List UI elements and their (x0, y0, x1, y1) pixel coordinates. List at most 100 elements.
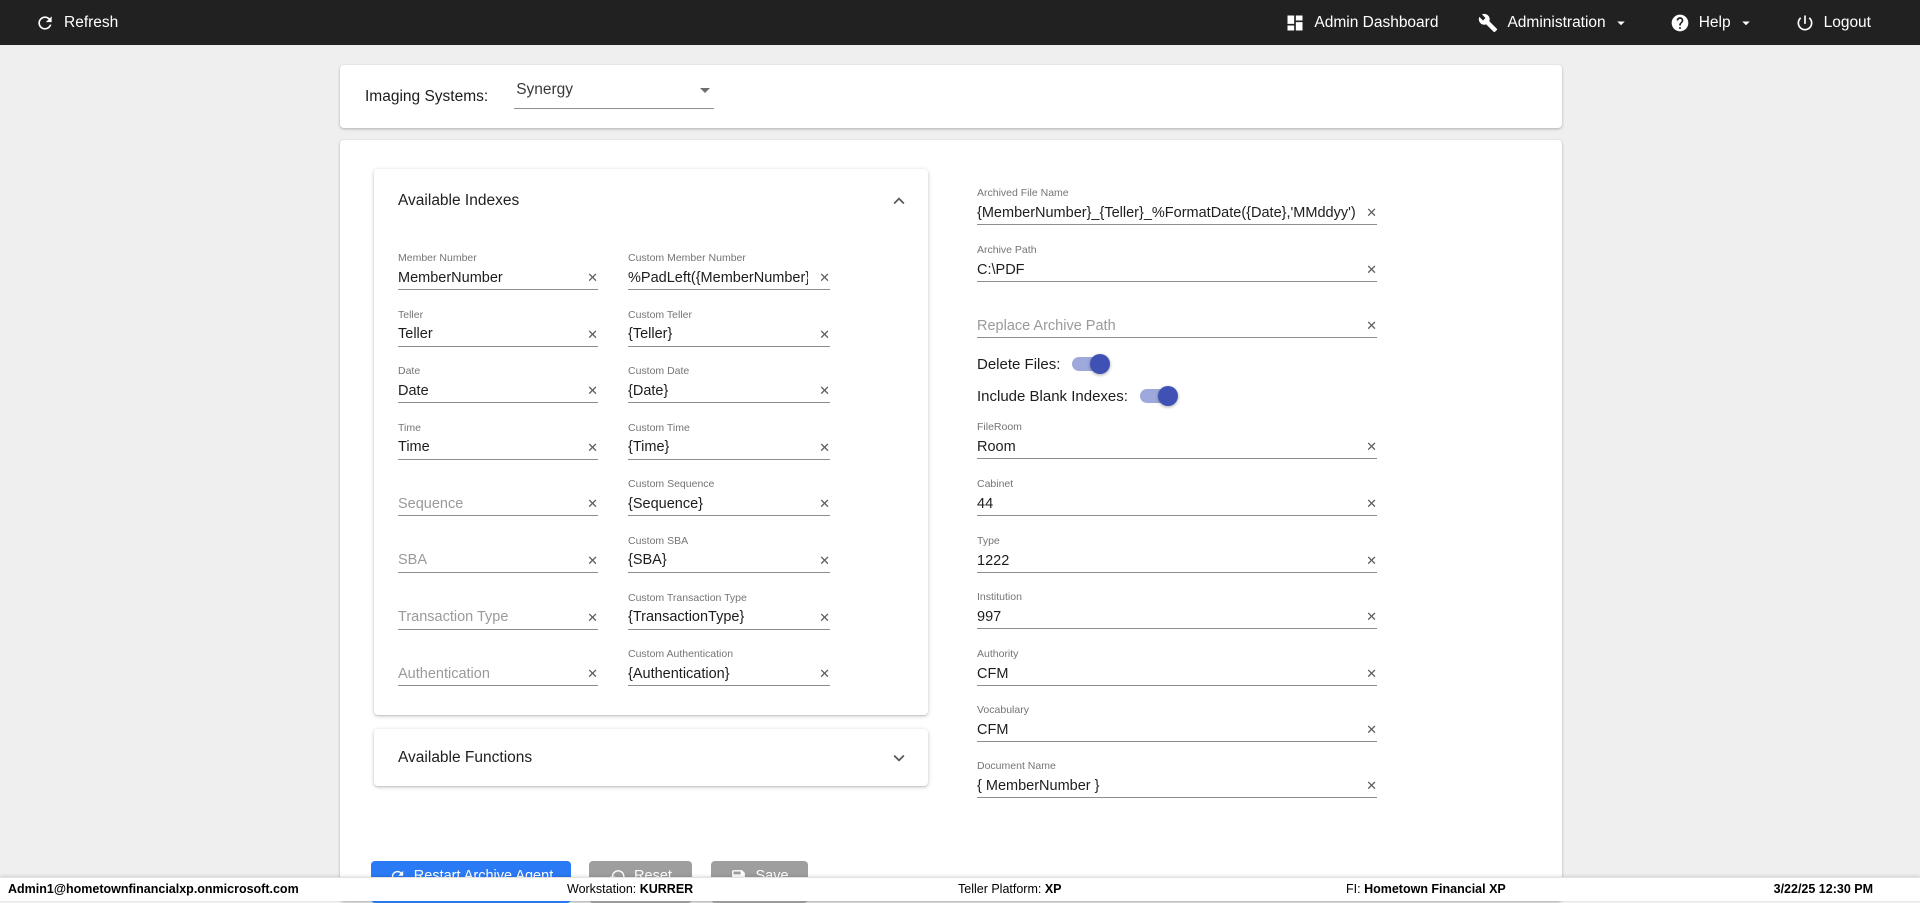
field-value[interactable]: {Time} (628, 439, 669, 455)
field-value[interactable]: 997 (977, 609, 1001, 625)
clear-icon[interactable]: ✕ (1362, 779, 1377, 792)
field-placeholder[interactable]: Sequence (398, 496, 463, 512)
refresh-button[interactable]: Refresh (35, 13, 118, 33)
field-value[interactable]: Room (977, 439, 1016, 455)
clear-icon[interactable]: ✕ (1362, 263, 1377, 276)
clear-icon[interactable]: ✕ (815, 328, 830, 341)
field-label: Archive Path (977, 244, 1377, 257)
field-custom-sba[interactable]: Custom SBA {SBA} ✕ (628, 535, 830, 592)
field-document-name[interactable]: Document Name { MemberNumber } ✕ (977, 760, 1377, 798)
clear-icon[interactable]: ✕ (815, 611, 830, 624)
field-date[interactable]: Date Date ✕ (398, 365, 598, 422)
field-value[interactable]: {Teller} (628, 326, 672, 342)
field-placeholder[interactable]: Authentication (398, 666, 490, 682)
field-sba[interactable]: SBA ✕ (398, 535, 598, 592)
field-label: Custom Transaction Type (628, 592, 830, 605)
delete-files-toggle[interactable] (1072, 354, 1108, 374)
clear-icon[interactable]: ✕ (583, 667, 598, 680)
clear-icon[interactable]: ✕ (583, 611, 598, 624)
field-placeholder[interactable]: SBA (398, 552, 427, 568)
clear-icon[interactable]: ✕ (815, 667, 830, 680)
field-value[interactable]: {Authentication} (628, 666, 730, 682)
field-custom-transaction-type[interactable]: Custom Transaction Type {TransactionType… (628, 592, 830, 649)
clear-icon[interactable]: ✕ (815, 554, 830, 567)
field-value[interactable]: CFM (977, 666, 1008, 682)
clear-icon[interactable]: ✕ (583, 441, 598, 454)
available-indexes-panel: Available Indexes Member Number MemberNu… (374, 169, 928, 715)
field-custom-date[interactable]: Custom Date {Date} ✕ (628, 365, 830, 422)
field-value[interactable]: {Sequence} (628, 496, 703, 512)
field-vocabulary[interactable]: Vocabulary CFM ✕ (977, 704, 1377, 742)
clear-icon[interactable]: ✕ (815, 271, 830, 284)
field-authority[interactable]: Authority CFM ✕ (977, 648, 1377, 686)
topbar: Refresh Admin Dashboard Administration H… (0, 0, 1920, 45)
clear-icon[interactable]: ✕ (1362, 610, 1377, 623)
clear-icon[interactable]: ✕ (1362, 723, 1377, 736)
administration-menu[interactable]: Administration (1478, 13, 1629, 33)
clear-icon[interactable]: ✕ (1362, 497, 1377, 510)
field-value[interactable]: Date (398, 383, 429, 399)
field-value[interactable]: { MemberNumber } (977, 778, 1100, 794)
field-custom-member-number[interactable]: Custom Member Number %PadLeft({MemberNum… (628, 252, 830, 309)
field-custom-authentication[interactable]: Custom Authentication {Authentication} ✕ (628, 648, 830, 705)
field-value[interactable]: {SBA} (628, 552, 667, 568)
field-value[interactable]: C:\PDF (977, 262, 1025, 278)
field-label: Authority (977, 648, 1377, 661)
statusbar: Admin1@hometownfinancialxp.onmicrosoft.c… (0, 877, 1920, 901)
field-fileroom[interactable]: FileRoom Room ✕ (977, 421, 1377, 459)
admin-dashboard-label: Admin Dashboard (1314, 14, 1438, 32)
field-value[interactable]: CFM (977, 722, 1008, 738)
clear-icon[interactable]: ✕ (1362, 554, 1377, 567)
field-value[interactable]: MemberNumber (398, 270, 503, 286)
clear-icon[interactable]: ✕ (583, 384, 598, 397)
field-time[interactable]: Time Time ✕ (398, 422, 598, 479)
chevron-up-icon (888, 190, 910, 212)
field-value[interactable]: Time (398, 439, 430, 455)
field-type[interactable]: Type 1222 ✕ (977, 535, 1377, 573)
field-institution[interactable]: Institution 997 ✕ (977, 591, 1377, 629)
field-value[interactable]: {MemberNumber}_{Teller}_%FormatDate({Dat… (977, 205, 1355, 221)
field-transaction-type[interactable]: Transaction Type ✕ (398, 592, 598, 649)
clear-icon[interactable]: ✕ (583, 497, 598, 510)
field-value[interactable]: %PadLeft({MemberNumber}, (628, 270, 808, 286)
clear-icon[interactable]: ✕ (1362, 667, 1377, 680)
field-custom-time[interactable]: Custom Time {Time} ✕ (628, 422, 830, 479)
clear-icon[interactable]: ✕ (1362, 440, 1377, 453)
field-member-number[interactable]: Member Number MemberNumber ✕ (398, 252, 598, 309)
help-menu[interactable]: Help (1670, 13, 1755, 33)
field-placeholder[interactable]: Replace Archive Path (977, 318, 1116, 334)
logout-button[interactable]: Logout (1795, 13, 1871, 33)
field-archive-path[interactable]: Archive Path C:\PDF ✕ (977, 244, 1377, 282)
admin-dashboard-button[interactable]: Admin Dashboard (1285, 13, 1438, 33)
field-cabinet[interactable]: Cabinet 44 ✕ (977, 478, 1377, 516)
clear-icon[interactable]: ✕ (583, 554, 598, 567)
field-label: Custom SBA (628, 535, 830, 548)
include-blank-indexes-toggle[interactable] (1140, 386, 1176, 406)
field-archived-file-name[interactable]: Archived File Name {MemberNumber}_{Telle… (977, 187, 1377, 225)
field-teller[interactable]: Teller Teller ✕ (398, 309, 598, 366)
field-value[interactable]: 1222 (977, 553, 1009, 569)
field-label: Vocabulary (977, 704, 1377, 717)
field-sequence[interactable]: Sequence ✕ (398, 478, 598, 535)
field-value[interactable]: {Date} (628, 383, 668, 399)
clear-icon[interactable]: ✕ (1362, 319, 1377, 332)
field-replace-archive-path[interactable]: Replace Archive Path ✕ (977, 300, 1377, 338)
available-functions-header[interactable]: Available Functions (398, 729, 910, 786)
clear-icon[interactable]: ✕ (583, 271, 598, 284)
clear-icon[interactable]: ✕ (815, 497, 830, 510)
field-value[interactable]: 44 (977, 496, 993, 512)
imaging-systems-select[interactable]: Synergy (514, 78, 714, 109)
clear-icon[interactable]: ✕ (1362, 206, 1377, 219)
field-custom-sequence[interactable]: Custom Sequence {Sequence} ✕ (628, 478, 830, 535)
available-indexes-header[interactable]: Available Indexes (398, 169, 910, 233)
clear-icon[interactable]: ✕ (815, 384, 830, 397)
field-authentication[interactable]: Authentication ✕ (398, 648, 598, 705)
field-value[interactable]: Teller (398, 326, 433, 342)
field-placeholder[interactable]: Transaction Type (398, 609, 508, 625)
clear-icon[interactable]: ✕ (583, 328, 598, 341)
archive-settings-column: Archived File Name {MemberNumber}_{Telle… (977, 140, 1377, 860)
clear-icon[interactable]: ✕ (815, 441, 830, 454)
field-label: Custom Teller (628, 309, 830, 322)
field-custom-teller[interactable]: Custom Teller {Teller} ✕ (628, 309, 830, 366)
field-value[interactable]: {TransactionType} (628, 609, 744, 625)
